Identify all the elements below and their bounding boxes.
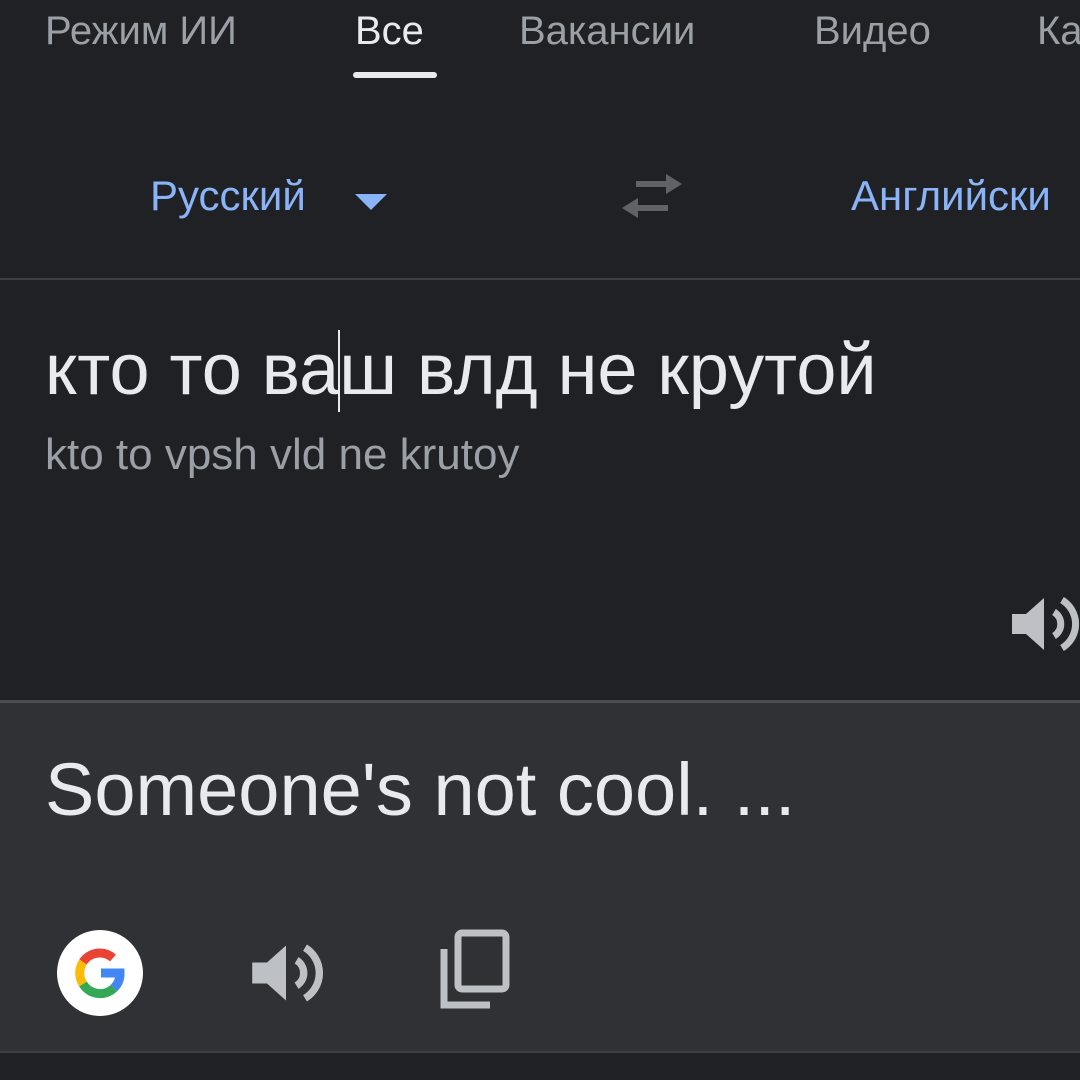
source-text-after-cursor: ш влд не крутой xyxy=(339,330,877,410)
active-tab-indicator xyxy=(353,72,437,78)
text-cursor xyxy=(338,329,341,412)
tab-jobs[interactable]: Вакансии xyxy=(519,8,695,54)
bottom-strip xyxy=(0,1051,1080,1080)
language-bar: Русский Английски xyxy=(0,130,1080,270)
source-language-button[interactable]: Русский xyxy=(150,172,306,220)
swap-languages-icon[interactable] xyxy=(616,170,688,226)
translation-panel: Someone's not cool. ... xyxy=(0,703,1080,1051)
source-panel: кто то ваш влд не крутой kto to vpsh vld… xyxy=(0,280,1080,700)
google-logo-icon[interactable] xyxy=(56,929,144,1017)
tab-videos[interactable]: Видео xyxy=(814,8,931,54)
translation-text: Someone's not cool. ... xyxy=(45,748,796,831)
source-text-input[interactable]: кто то ваш влд не крутой xyxy=(45,329,877,416)
transliteration: kto to vpsh vld ne krutoy xyxy=(45,430,520,479)
caret-down-icon[interactable] xyxy=(355,194,387,210)
search-tabs: Режим ИИ Все Вакансии Видео Ка xyxy=(0,0,1080,90)
tab-more[interactable]: Ка xyxy=(1037,8,1080,54)
source-text-before-cursor: кто то ва xyxy=(45,330,340,410)
speaker-icon[interactable] xyxy=(1008,588,1080,660)
tab-ai-mode[interactable]: Режим ИИ xyxy=(45,8,237,54)
copy-icon[interactable] xyxy=(436,929,512,1013)
speaker-icon[interactable] xyxy=(248,935,324,1011)
target-language-button[interactable]: Английски xyxy=(851,172,1051,220)
tab-all[interactable]: Все xyxy=(355,8,424,54)
